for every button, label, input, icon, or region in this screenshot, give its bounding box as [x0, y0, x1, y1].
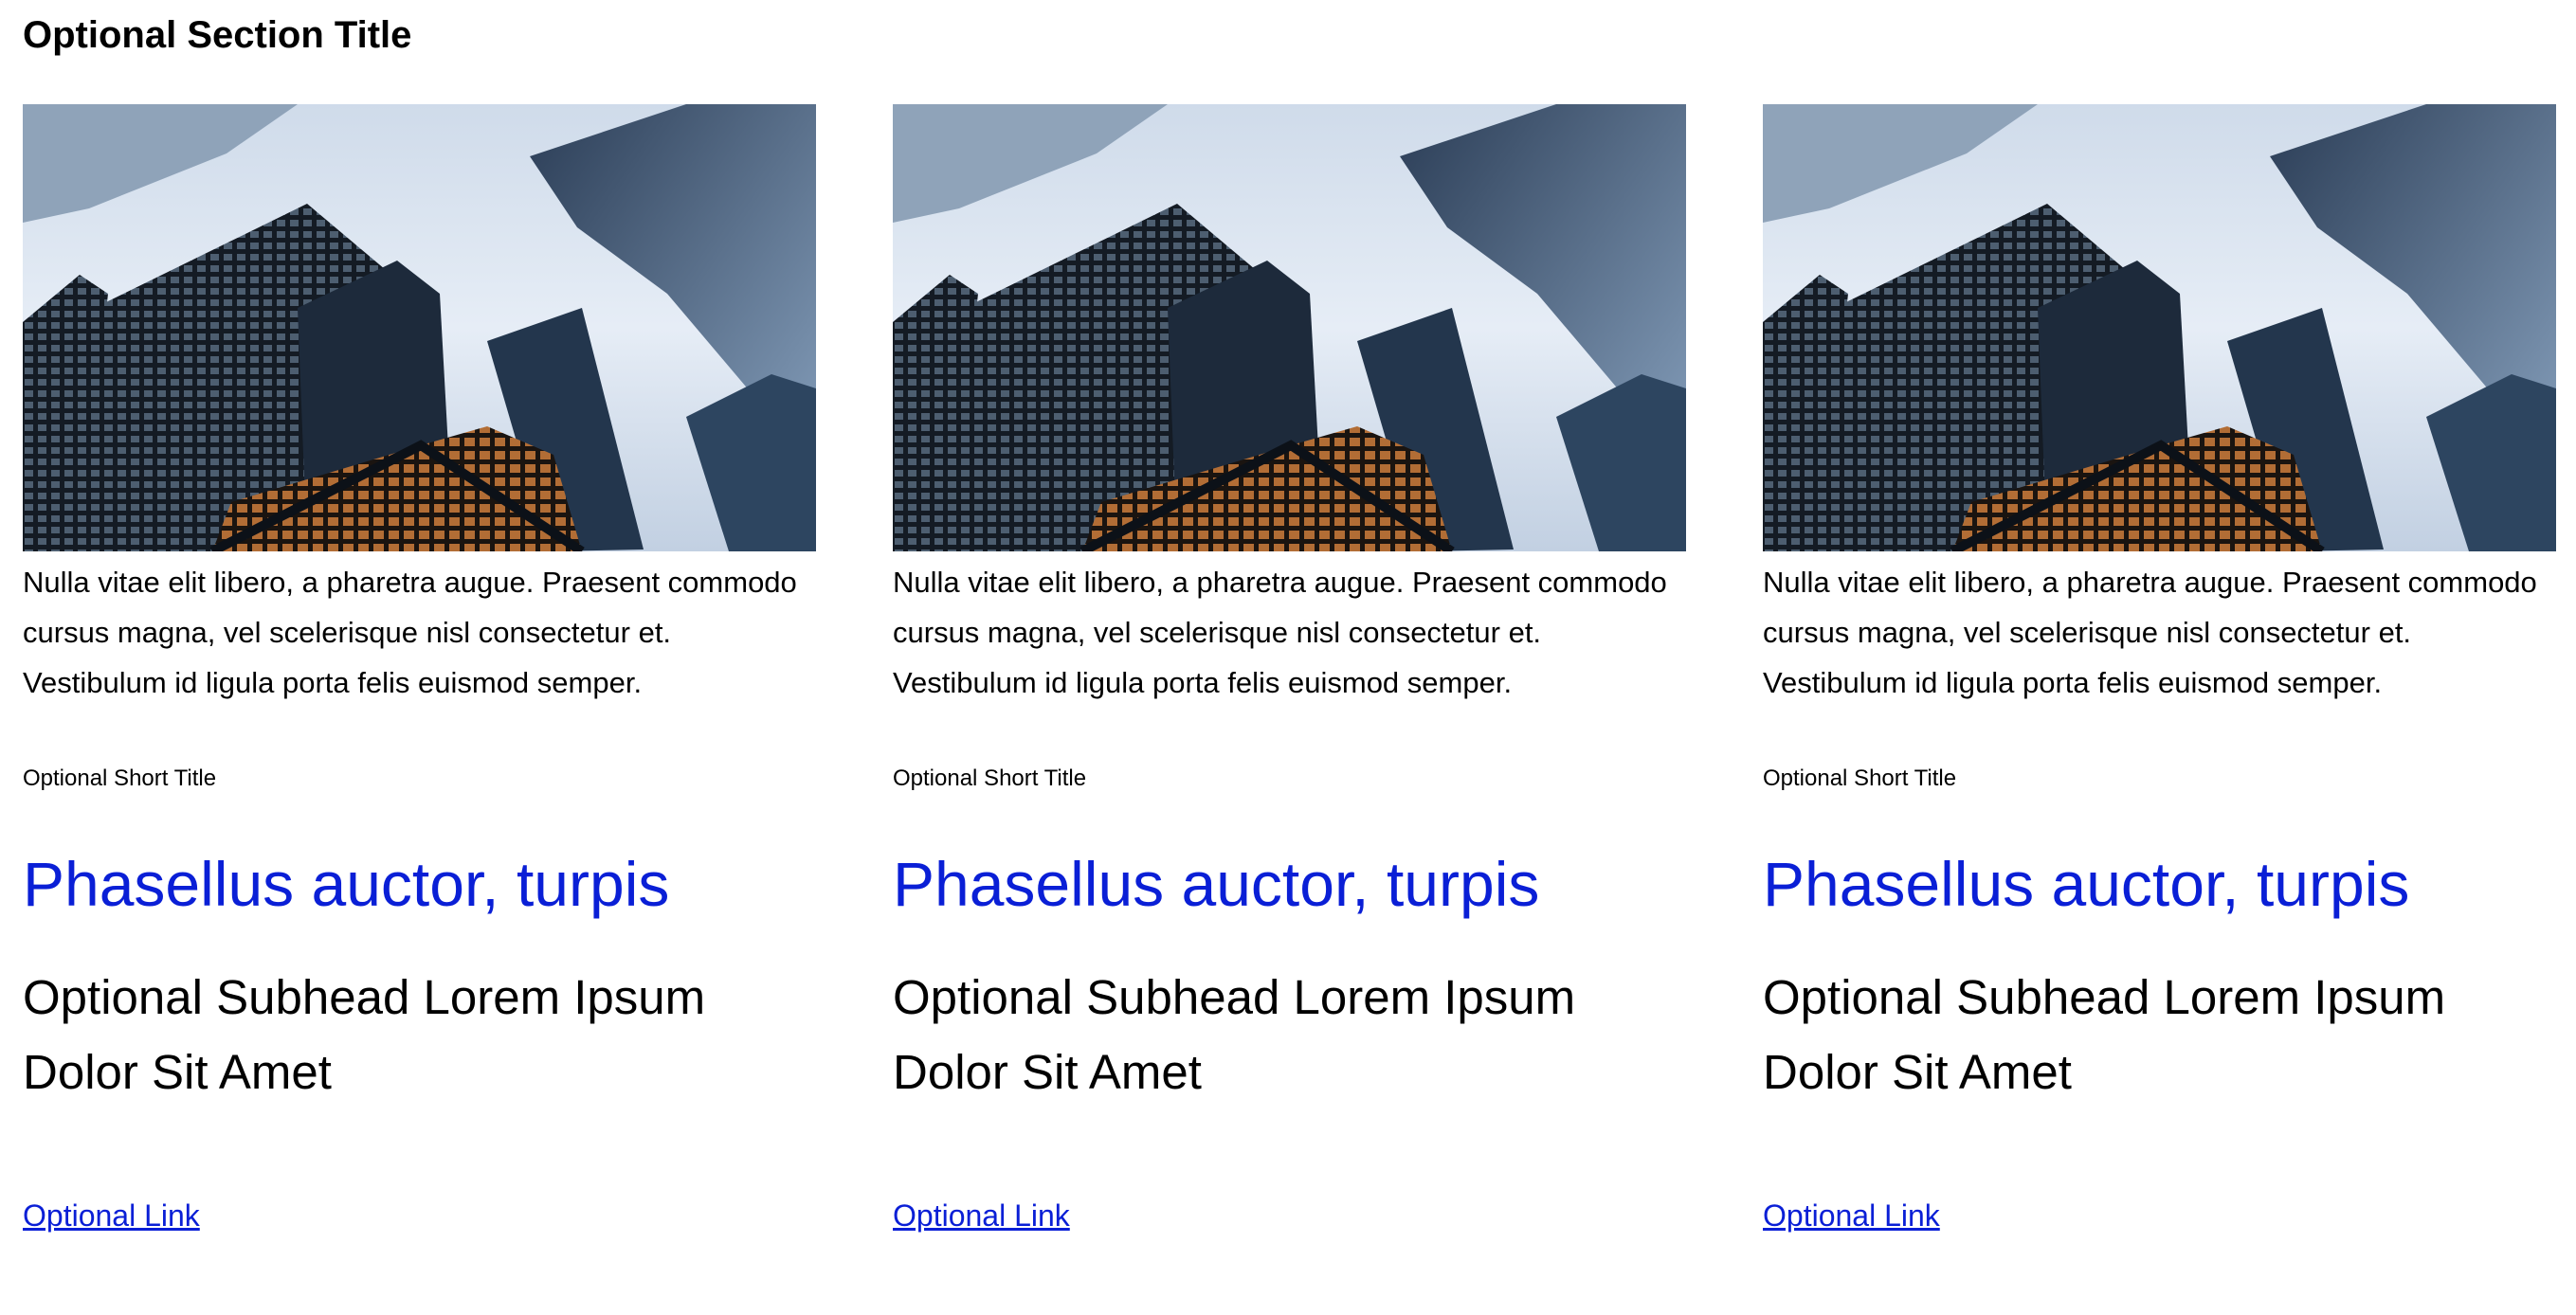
card-short-title: Optional Short Title: [893, 766, 1087, 791]
skyscrapers-image: [1763, 104, 2556, 551]
card-heading: Phasellus auctor, turpis: [23, 849, 670, 919]
card-subhead: Optional Subhead Lorem Ipsum Dolor Sit A…: [893, 970, 1576, 1099]
card-short-title: Optional Short Title: [1763, 766, 1957, 791]
content-card: Nulla vitae elit libero, a pharetra augu…: [1763, 104, 2556, 1234]
content-card: Nulla vitae elit libero, a pharetra augu…: [893, 104, 1686, 1234]
card-heading: Phasellus auctor, turpis: [1763, 849, 2410, 919]
card-body-text: Nulla vitae elit libero, a pharetra augu…: [1763, 566, 2537, 699]
optional-link[interactable]: Optional Link: [1763, 1197, 1940, 1234]
content-card: Nulla vitae elit libero, a pharetra augu…: [23, 104, 816, 1234]
card-heading: Phasellus auctor, turpis: [893, 849, 1540, 919]
optional-link[interactable]: Optional Link: [23, 1197, 200, 1234]
optional-link[interactable]: Optional Link: [893, 1197, 1070, 1234]
card-body-text: Nulla vitae elit libero, a pharetra augu…: [893, 566, 1667, 699]
card-grid: Nulla vitae elit libero, a pharetra augu…: [23, 104, 2556, 1234]
card-subhead: Optional Subhead Lorem Ipsum Dolor Sit A…: [1763, 970, 2446, 1099]
section-title: Optional Section Title: [23, 14, 412, 56]
skyscrapers-image: [23, 104, 816, 551]
card-subhead: Optional Subhead Lorem Ipsum Dolor Sit A…: [23, 970, 706, 1099]
skyscrapers-image: [893, 104, 1686, 551]
card-short-title: Optional Short Title: [23, 766, 217, 791]
card-body-text: Nulla vitae elit libero, a pharetra augu…: [23, 566, 797, 699]
